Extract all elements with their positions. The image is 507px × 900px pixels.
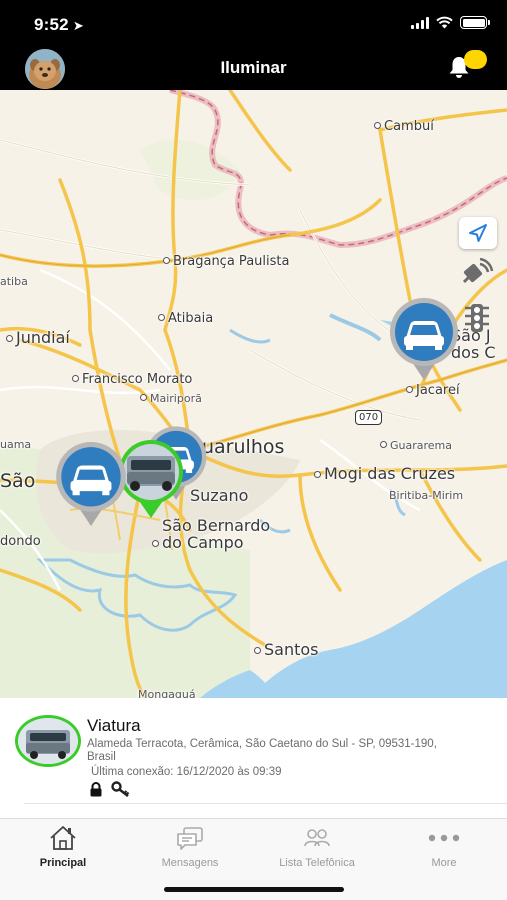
location-arrow-icon	[469, 224, 487, 242]
home-indicator	[164, 887, 344, 892]
lock-icon	[90, 781, 102, 796]
tab-more[interactable]: More	[381, 825, 507, 869]
top-bar: 9:52 ➤ Iluminar	[0, 0, 507, 90]
messages-icon	[177, 827, 203, 850]
tab-lista-telefonica[interactable]: Lista Telefônica	[254, 825, 380, 869]
map-label-jacarei: Jacareí	[406, 383, 460, 398]
wifi-icon	[436, 16, 453, 29]
divider	[24, 803, 507, 804]
home-icon	[50, 826, 76, 850]
vehicle-avatar	[15, 715, 81, 767]
contacts-icon	[304, 829, 330, 847]
map-label-francisco-morato: Francisco Morato	[72, 372, 192, 387]
key-icon	[111, 781, 130, 797]
traffic-light-icon[interactable]	[463, 302, 491, 334]
vehicle-address: Alameda Terracota, Cerâmica, São Caetano…	[87, 738, 437, 763]
page-title: Iluminar	[220, 58, 287, 77]
vehicle-pin[interactable]	[386, 298, 462, 382]
map-label-santos: Santos	[254, 640, 319, 659]
tab-mensagens[interactable]: Mensagens	[127, 825, 253, 869]
car-icon	[70, 465, 112, 496]
locate-button[interactable]	[459, 217, 497, 249]
highway-shield: 070	[355, 410, 383, 425]
map-label-guararema: Guararema	[380, 439, 452, 452]
battery-icon	[460, 16, 490, 29]
location-arrow-icon: ➤	[72, 18, 84, 33]
vehicle-info-panel[interactable]: Viatura Alameda Terracota, Cerâmica, São…	[0, 698, 507, 818]
app-screen: 9:52 ➤ Iluminar Cambuí atiba Bragança Pa…	[0, 0, 507, 900]
vehicle-status-icons	[89, 781, 131, 797]
map-label-mogi: Mogi das Cruzes	[314, 464, 455, 483]
car-icon	[404, 321, 444, 350]
map-label-atibaia: Atibaia	[158, 311, 213, 326]
last-connection: Última conexão: 16/12/2020 às 09:39	[91, 766, 282, 778]
map-label-guarulhos: uarulhos	[202, 436, 285, 458]
map-label-biritiba: Biritiba-Mirim	[389, 489, 464, 502]
status-icons	[411, 16, 490, 29]
tab-label: Lista Telefônica	[279, 857, 355, 869]
notification-badge	[464, 50, 487, 69]
map-label-mairipora: Mairiporã	[140, 392, 202, 405]
tab-principal[interactable]: Principal	[0, 825, 126, 869]
map-label-sao: São	[0, 470, 36, 492]
tab-label: Mensagens	[161, 857, 219, 869]
map-label-mongagua: Mongaguá	[138, 688, 196, 698]
map-label-guama-partial: uama	[0, 438, 32, 451]
map-label-jundiai: Jundiaí	[6, 328, 70, 347]
map-label-dondo: dondo	[0, 534, 41, 549]
map-label-cambui: Cambuí	[374, 119, 434, 134]
map-label-braganca: Bragança Paulista	[163, 254, 289, 269]
map-view[interactable]: Cambuí atiba Bragança Paulista Atibaia J…	[0, 90, 507, 698]
signal-icon[interactable]	[460, 258, 494, 290]
status-bar-time: 9:52 ➤	[34, 15, 84, 34]
vehicle-pin[interactable]	[46, 442, 136, 528]
map-label-sao-bernardo-2: do Campo	[152, 533, 244, 552]
vehicle-photo	[18, 718, 78, 764]
tab-label: More	[431, 857, 457, 869]
map-label-atibaia-partial: atiba	[0, 275, 28, 288]
more-icon	[428, 834, 460, 842]
tab-label: Principal	[39, 857, 87, 869]
vehicle-title: Viatura	[87, 716, 141, 735]
signal-bars-icon	[411, 16, 429, 29]
